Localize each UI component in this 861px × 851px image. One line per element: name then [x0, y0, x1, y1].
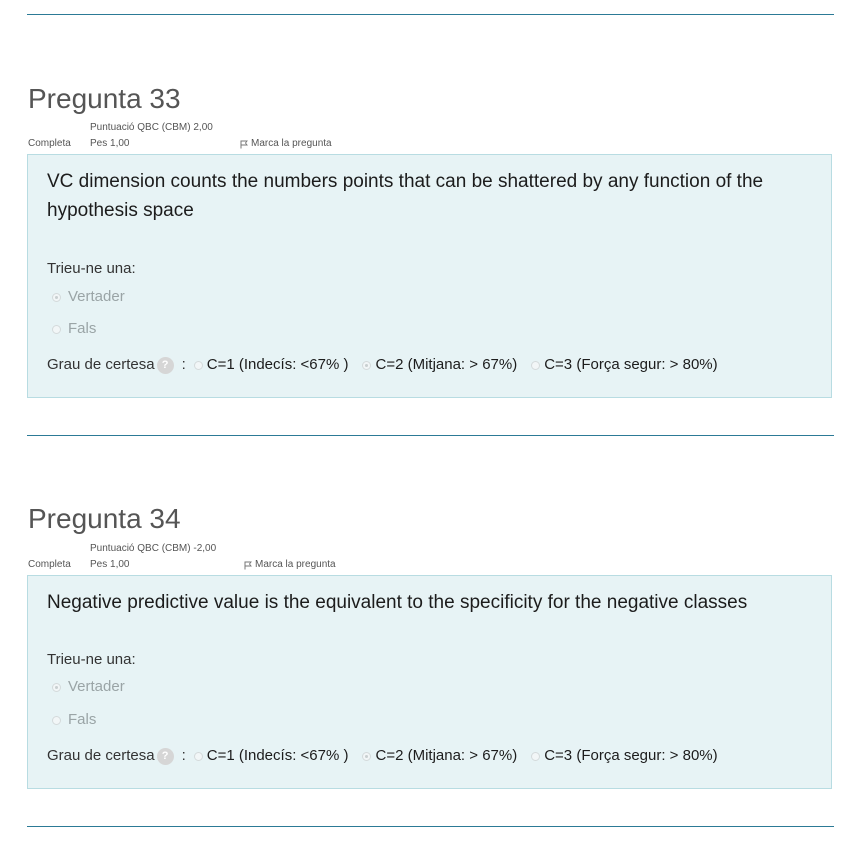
- answer-prompt: Trieu-ne una:: [47, 651, 136, 668]
- flag-question-button[interactable]: Marca la pregunta: [240, 138, 332, 150]
- certainty-option-c2[interactable]: C=2 (Mitjana: > 67%): [362, 747, 517, 765]
- radio-icon[interactable]: [531, 360, 541, 370]
- certainty-option-c3[interactable]: C=3 (Força segur: > 80%): [531, 356, 718, 374]
- answer-option-true[interactable]: Vertader: [52, 288, 125, 306]
- question-grade: Puntuació QBC (CBM) 2,00: [90, 122, 213, 133]
- radio-icon[interactable]: [52, 715, 61, 725]
- answer-label: Fals: [68, 320, 97, 337]
- certainty-row: Grau de certesa ? : C=1 (Indecís: <67% )…: [47, 356, 732, 374]
- certainty-option-label: C=3 (Força segur: > 80%): [544, 747, 718, 764]
- radio-icon[interactable]: [52, 324, 61, 334]
- help-icon[interactable]: ?: [156, 356, 174, 374]
- radio-icon[interactable]: [52, 682, 61, 692]
- answer-prompt: Trieu-ne una:: [47, 260, 136, 277]
- radio-icon[interactable]: [193, 360, 203, 370]
- radio-icon[interactable]: [362, 751, 372, 761]
- help-icon[interactable]: ?: [156, 747, 174, 765]
- flag-label: Marca la pregunta: [251, 138, 332, 149]
- flag-question-button[interactable]: Marca la pregunta: [244, 559, 336, 571]
- answer-option-true[interactable]: Vertader: [52, 678, 125, 696]
- question-title: Pregunta 34: [28, 503, 181, 534]
- answer-label: Vertader: [68, 288, 125, 305]
- certainty-row: Grau de certesa ? : C=1 (Indecís: <67% )…: [47, 747, 732, 765]
- flag-icon: [240, 140, 248, 149]
- question-title: Pregunta 33: [28, 83, 181, 114]
- question-content-box: Negative predictive value is the equival…: [27, 575, 832, 789]
- flag-label: Marca la pregunta: [255, 559, 336, 570]
- certainty-separator: :: [181, 356, 186, 373]
- answer-option-false[interactable]: Fals: [52, 711, 96, 729]
- certainty-label: Grau de certesa: [47, 356, 155, 373]
- certainty-option-c1[interactable]: C=1 (Indecís: <67% ): [193, 747, 349, 765]
- answer-label: Fals: [68, 711, 97, 728]
- question-text: Negative predictive value is the equival…: [47, 592, 748, 613]
- certainty-option-label: C=1 (Indecís: <67% ): [206, 356, 349, 373]
- question-weight: Pes 1,00: [90, 559, 130, 570]
- certainty-option-c2[interactable]: C=2 (Mitjana: > 67%): [362, 356, 517, 374]
- radio-icon[interactable]: [52, 292, 61, 302]
- question-weight: Pes 1,00: [90, 138, 130, 149]
- certainty-option-c1[interactable]: C=1 (Indecís: <67% ): [193, 356, 349, 374]
- question-grade: Puntuació QBC (CBM) -2,00: [90, 543, 217, 554]
- certainty-separator: :: [181, 747, 186, 764]
- answer-option-false[interactable]: Fals: [52, 320, 96, 338]
- question-text: VC dimension counts the numbers points t…: [47, 171, 764, 221]
- answer-label: Vertader: [68, 678, 125, 695]
- certainty-option-label: C=2 (Mitjana: > 67%): [375, 747, 518, 764]
- question-state: Completa: [28, 559, 71, 570]
- divider-bottom: [27, 826, 834, 827]
- radio-icon[interactable]: [362, 360, 372, 370]
- question-state: Completa: [28, 138, 71, 149]
- divider-middle: [27, 435, 834, 436]
- radio-icon[interactable]: [531, 751, 541, 761]
- certainty-option-c3[interactable]: C=3 (Força segur: > 80%): [531, 747, 718, 765]
- divider-top: [27, 14, 834, 15]
- radio-icon[interactable]: [193, 751, 203, 761]
- flag-icon: [244, 561, 252, 570]
- question-content-box: VC dimension counts the numbers points t…: [27, 154, 832, 398]
- certainty-option-label: C=1 (Indecís: <67% ): [206, 747, 349, 764]
- certainty-option-label: C=2 (Mitjana: > 67%): [375, 356, 518, 373]
- certainty-option-label: C=3 (Força segur: > 80%): [544, 356, 718, 373]
- certainty-label: Grau de certesa: [47, 747, 155, 764]
